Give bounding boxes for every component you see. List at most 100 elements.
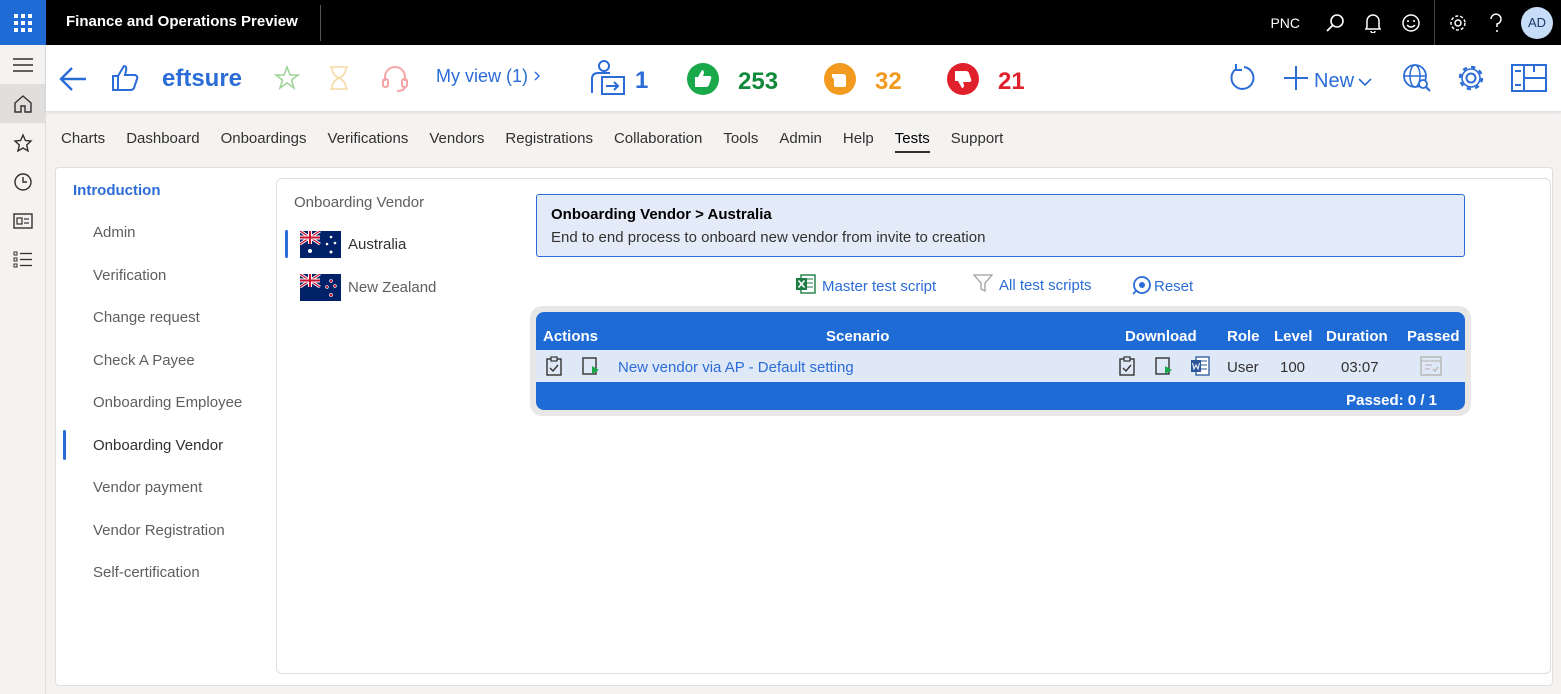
- country-item-australia[interactable]: Australia: [299, 229, 407, 258]
- info-description: End to end process to onboard new vendor…: [551, 229, 986, 246]
- download-clipboard-icon[interactable]: [1118, 356, 1136, 381]
- column-header-download: Download: [1125, 328, 1197, 345]
- tab-verifications[interactable]: Verifications: [327, 130, 408, 153]
- company-picker[interactable]: PNC: [1270, 15, 1300, 31]
- all-test-scripts-link[interactable]: All test scripts: [972, 273, 1092, 297]
- app-launcher-button[interactable]: [0, 0, 46, 45]
- australia-flag-icon: [299, 229, 341, 258]
- users-count-widget[interactable]: 1: [590, 59, 648, 102]
- nav-item-self-certification[interactable]: Self-certification: [93, 564, 200, 581]
- column-header-scenario: Scenario: [826, 328, 890, 345]
- hourglass-icon[interactable]: [328, 65, 350, 91]
- column-header-actions: Actions: [543, 328, 599, 345]
- top-bar: Finance and Operations Preview PNC AD: [0, 0, 1561, 45]
- recent-clock-icon[interactable]: [0, 162, 46, 201]
- nav-item-vendor-payment[interactable]: Vendor payment: [93, 479, 202, 496]
- filter-funnel-icon: [972, 273, 994, 297]
- waffle-icon: [14, 13, 32, 32]
- new-button-label: New: [1314, 69, 1355, 92]
- failed-count: 21: [998, 67, 1025, 95]
- tab-registrations[interactable]: Registrations: [505, 130, 593, 153]
- nav-item-admin[interactable]: Admin: [93, 224, 136, 241]
- layout-panel-icon[interactable]: [1510, 63, 1548, 93]
- hamburger-menu-icon[interactable]: [0, 45, 46, 84]
- role-cell: User: [1227, 359, 1259, 376]
- nav-item-check-a-payee[interactable]: Check A Payee: [93, 352, 195, 369]
- my-view-label: My view (1): [436, 66, 529, 86]
- nav-item-onboarding-vendor[interactable]: Onboarding Vendor: [93, 437, 223, 454]
- tab-tools[interactable]: Tools: [723, 130, 758, 153]
- warning-count: 32: [875, 67, 902, 95]
- tab-collaboration[interactable]: Collaboration: [614, 130, 702, 153]
- tab-admin[interactable]: Admin: [779, 130, 822, 153]
- home-icon[interactable]: [0, 84, 46, 123]
- scenario-link[interactable]: New vendor via AP - Default setting: [618, 359, 854, 376]
- failed-count-widget[interactable]: 21: [946, 62, 1025, 101]
- passed-summary: Passed: 0 / 1: [1346, 392, 1437, 409]
- new-button[interactable]: New: [1282, 64, 1372, 98]
- thumbs-down-circle-icon: [946, 62, 980, 101]
- settings-gear-icon[interactable]: [1439, 0, 1477, 45]
- nav-item-change-request[interactable]: Change request: [93, 309, 200, 326]
- divider: [320, 5, 321, 41]
- master-test-script-label: Master test script: [822, 277, 937, 295]
- divider: [1434, 0, 1435, 45]
- help-question-icon[interactable]: [1477, 0, 1515, 45]
- info-title: Onboarding Vendor > Australia: [551, 206, 772, 223]
- chevron-down-icon: [1358, 70, 1372, 93]
- my-view-dropdown[interactable]: My view (1): [436, 66, 541, 87]
- excel-icon: [795, 273, 817, 299]
- refresh-icon[interactable]: [1228, 63, 1258, 93]
- settings-cog-icon[interactable]: [1456, 63, 1486, 93]
- star-icon[interactable]: [274, 65, 300, 91]
- tab-charts[interactable]: Charts: [61, 130, 105, 153]
- workspaces-icon[interactable]: [0, 201, 46, 240]
- pointing-hand-circle-icon: [823, 62, 857, 101]
- action-pane: eftsure My view (1) 1 253 32 21 New: [46, 45, 1561, 112]
- back-arrow-icon[interactable]: [58, 65, 88, 93]
- globe-search-icon[interactable]: [1402, 63, 1432, 93]
- reset-target-icon: [1131, 273, 1153, 299]
- download-script-icon[interactable]: [1154, 356, 1174, 381]
- modules-list-icon[interactable]: [0, 240, 46, 279]
- warning-count-widget[interactable]: 32: [823, 62, 902, 101]
- nav-heading[interactable]: Introduction: [73, 182, 160, 199]
- support-headset-icon[interactable]: [380, 65, 410, 93]
- country-label: Australia: [348, 236, 407, 253]
- notification-bell-icon[interactable]: [1354, 0, 1392, 45]
- country-item-new-zealand[interactable]: New Zealand: [299, 272, 437, 301]
- tab-vendors[interactable]: Vendors: [429, 130, 484, 153]
- like-thumbs-up-icon[interactable]: [110, 63, 140, 93]
- user-transfer-icon: [590, 59, 626, 102]
- tab-dashboard[interactable]: Dashboard: [126, 130, 199, 153]
- country-label: New Zealand: [348, 279, 437, 296]
- nav-item-verification[interactable]: Verification: [93, 267, 166, 284]
- passed-count-widget[interactable]: 253: [686, 62, 778, 101]
- passed-count: 253: [738, 67, 779, 95]
- tab-tests[interactable]: Tests: [894, 130, 930, 153]
- nav-item-vendor-registration[interactable]: Vendor Registration: [93, 522, 225, 539]
- favorites-star-icon[interactable]: [0, 123, 46, 162]
- duration-cell: 03:07: [1341, 359, 1379, 376]
- search-icon[interactable]: [1316, 0, 1354, 45]
- column-header-passed: Passed: [1407, 328, 1460, 345]
- feedback-smiley-icon[interactable]: [1392, 0, 1430, 45]
- run-script-icon[interactable]: [581, 356, 601, 381]
- chevron-right-icon: [533, 66, 541, 87]
- plus-icon: [1282, 64, 1310, 98]
- passed-status-icon[interactable]: [1420, 356, 1442, 381]
- scenario-info-box: Onboarding Vendor > Australia End to end…: [536, 194, 1465, 257]
- tab-support[interactable]: Support: [951, 130, 1004, 153]
- tab-help[interactable]: Help: [843, 130, 874, 153]
- clipboard-check-icon[interactable]: [545, 356, 563, 381]
- nav-item-onboarding-employee[interactable]: Onboarding Employee: [93, 394, 242, 411]
- word-document-icon[interactable]: [1190, 356, 1210, 381]
- users-count: 1: [635, 66, 649, 94]
- navigation-rail: [0, 45, 46, 694]
- test-table: Actions Scenario Download Role Level Dur…: [536, 312, 1465, 410]
- tab-bar: Charts Dashboard Onboardings Verificatio…: [61, 130, 1024, 153]
- user-avatar[interactable]: AD: [1521, 6, 1553, 39]
- master-test-script-link[interactable]: Master test script: [795, 273, 936, 299]
- tab-onboardings[interactable]: Onboardings: [221, 130, 307, 153]
- reset-link[interactable]: Reset: [1131, 273, 1193, 299]
